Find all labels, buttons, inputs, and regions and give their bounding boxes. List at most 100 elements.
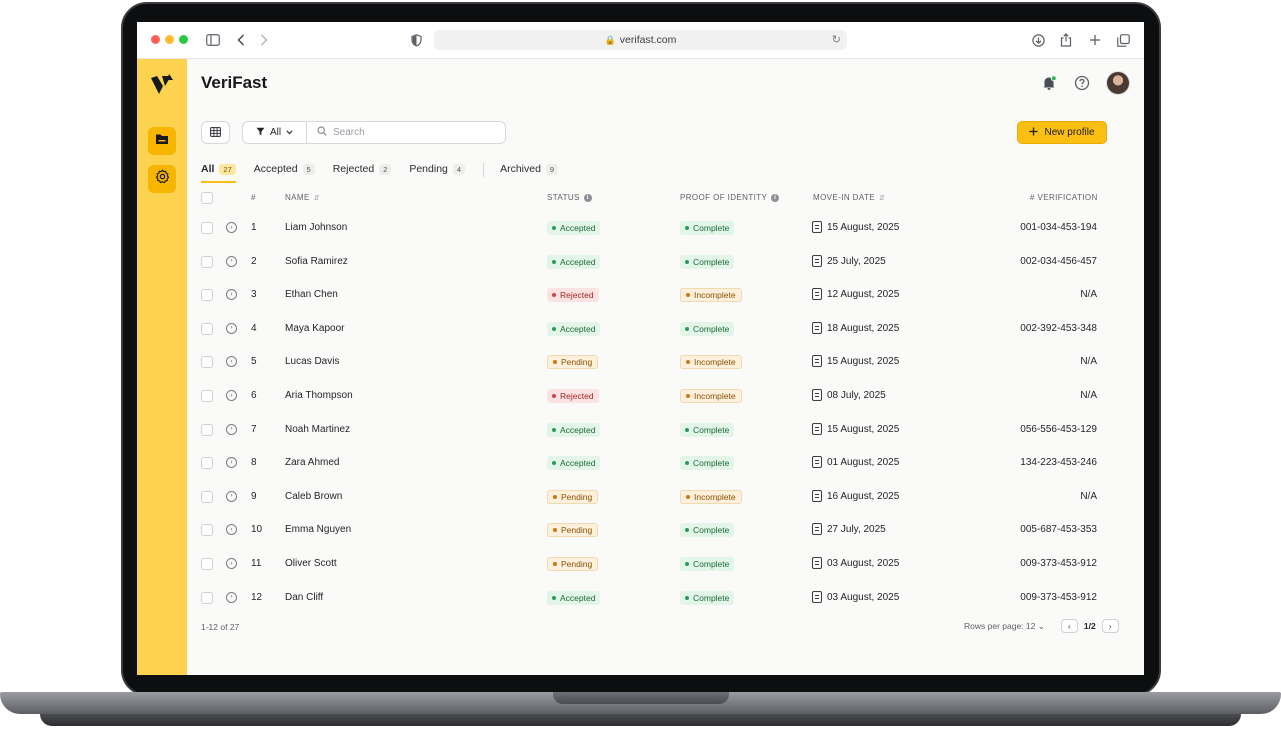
document-icon — [812, 590, 822, 603]
user-avatar[interactable] — [1106, 71, 1130, 95]
table-row[interactable]: › 12 Dan Cliff Accepted Complete 03 August, 2… — [187, 582, 1144, 616]
row-checkbox[interactable] — [201, 490, 213, 503]
tab-accepted[interactable]: Accepted 5 — [254, 163, 315, 181]
proof-badge: Complete — [680, 456, 735, 471]
row-number: 10 — [251, 524, 263, 536]
row-checkbox[interactable] — [201, 390, 213, 402]
status-dot — [552, 394, 556, 398]
proof-text: Complete — [693, 458, 730, 469]
expand-row-icon[interactable]: › — [226, 524, 237, 536]
tab-rejected[interactable]: Rejected 2 — [333, 163, 392, 181]
col-name[interactable]: NAME ⇵ — [285, 193, 320, 202]
prev-page-button[interactable]: ‹ — [1060, 619, 1078, 633]
proof-badge: Complete — [680, 557, 735, 571]
table-row[interactable]: › 8 Zara Ahmed Accepted Complete 01 August, 2… — [187, 447, 1144, 481]
status-badge: Accepted — [547, 422, 601, 437]
document-icon — [812, 355, 822, 368]
status-badge: Pending — [547, 557, 599, 571]
table-row[interactable]: › 7 Noah Martinez Accepted Complete 15 August… — [187, 414, 1144, 448]
row-checkbox[interactable] — [201, 591, 213, 604]
share-icon[interactable] — [1058, 31, 1074, 49]
table-row[interactable]: › 10 Emma Nguyen Pending Complete 27 July, 20… — [187, 514, 1144, 548]
row-checkbox[interactable] — [201, 322, 213, 335]
table-view-button[interactable] — [201, 121, 230, 144]
minimize-window-button[interactable] — [165, 35, 174, 44]
privacy-shield-icon[interactable] — [409, 31, 423, 49]
back-icon[interactable] — [235, 31, 247, 49]
close-window-button[interactable] — [151, 35, 160, 44]
table-row[interactable]: › 1 Liam Johnson Accepted Complete 15 August,… — [187, 212, 1144, 246]
row-checkbox[interactable] — [201, 423, 213, 436]
tab-label: All — [201, 163, 215, 175]
zoom-window-button[interactable] — [179, 35, 188, 44]
sort-icon: ⇵ — [879, 194, 886, 202]
sidebar-item-profiles[interactable] — [148, 127, 176, 155]
table-row[interactable]: › 2 Sofia Ramirez Accepted Complete 25 July, … — [187, 246, 1144, 280]
row-checkbox[interactable] — [201, 222, 213, 234]
col-move-in[interactable]: MOVE-IN DATE ⇵ — [813, 193, 885, 202]
expand-row-icon[interactable]: › — [226, 289, 237, 301]
rows-per-page-select[interactable]: Rows per page: 12 ⌄ — [964, 621, 1045, 632]
table-row[interactable]: › 5 Lucas Davis Pending Incomplete 15 August,… — [187, 346, 1144, 380]
notification-bell-icon[interactable] — [1039, 73, 1059, 93]
row-checkbox[interactable] — [201, 289, 213, 302]
sidebar-toggle-icon[interactable] — [205, 31, 221, 49]
table-row[interactable]: › 4 Maya Kapoor Accepted Complete 18 August, … — [187, 313, 1144, 347]
help-icon[interactable] — [1072, 73, 1092, 93]
table-row[interactable]: › 3 Ethan Chen Rejected Incomplete 12 August,… — [187, 279, 1144, 313]
info-icon[interactable]: i — [583, 193, 592, 202]
tab-archived[interactable]: Archived 9 — [500, 163, 559, 181]
expand-row-icon[interactable]: › — [226, 558, 237, 569]
filter-value: All — [269, 127, 282, 138]
expand-row-icon[interactable]: › — [226, 390, 237, 401]
select-all-checkbox[interactable] — [201, 192, 213, 204]
proof-text: Complete — [693, 424, 730, 435]
expand-row-icon[interactable]: › — [226, 255, 237, 267]
row-checkbox[interactable] — [201, 356, 213, 369]
tab-count-badge: 4 — [452, 163, 466, 175]
proof-text: Complete — [693, 256, 730, 267]
verifast-logo[interactable] — [149, 72, 175, 98]
status-badge: Accepted — [547, 321, 601, 336]
row-number: 1 — [251, 222, 257, 233]
status-dot — [552, 326, 556, 331]
search-input[interactable]: Search — [307, 126, 505, 139]
table-row[interactable]: › 9 Caleb Brown Pending Incomplete 16 August,… — [187, 481, 1144, 515]
filter-dropdown[interactable]: All — [243, 122, 307, 143]
expand-row-icon[interactable]: › — [226, 457, 237, 469]
table-row[interactable]: › 6 Aria Thompson Rejected Incomplete 08 July… — [187, 380, 1144, 414]
sidebar-item-settings[interactable] — [148, 165, 176, 193]
main-content: VeriFast All Search New profile All 27 A… — [187, 59, 1144, 675]
row-checkbox[interactable] — [201, 255, 213, 268]
new-profile-button[interactable]: New profile — [1017, 121, 1107, 144]
tab-overview-icon[interactable] — [1115, 31, 1131, 49]
row-checkbox[interactable] — [201, 457, 213, 470]
tab-pending[interactable]: Pending 4 — [409, 163, 466, 181]
row-name: Noah Martinez — [285, 423, 351, 435]
next-page-button[interactable]: › — [1101, 619, 1119, 633]
expand-row-icon[interactable]: › — [226, 591, 237, 603]
expand-row-icon[interactable]: › — [226, 222, 237, 233]
info-icon[interactable]: i — [771, 193, 780, 202]
row-checkbox[interactable] — [201, 558, 213, 570]
row-checkbox[interactable] — [201, 524, 213, 537]
expand-row-icon[interactable]: › — [226, 423, 237, 435]
expand-row-icon[interactable]: › — [226, 322, 237, 334]
row-name: Liam Johnson — [285, 222, 348, 233]
move-in-date: 08 July, 2025 — [827, 390, 886, 401]
status-text: Accepted — [560, 223, 596, 233]
reload-icon[interactable]: ↻ — [832, 33, 841, 46]
proof-badge: Incomplete — [680, 288, 742, 303]
download-icon[interactable] — [1030, 31, 1046, 49]
tab-all[interactable]: All 27 — [201, 163, 236, 183]
tab-divider — [483, 163, 485, 177]
expand-row-icon[interactable]: › — [226, 356, 237, 368]
expand-row-icon[interactable]: › — [226, 490, 237, 502]
page-indicator: 1/2 — [1083, 621, 1096, 631]
table-row[interactable]: › 11 Oliver Scott Pending Complete 03 August,… — [187, 548, 1144, 582]
address-bar[interactable]: 🔒 verifast.com ↻ — [434, 30, 847, 50]
verification-number: N/A — [1080, 356, 1097, 368]
proof-text: Complete — [693, 559, 730, 569]
new-tab-icon[interactable] — [1087, 31, 1103, 49]
forward-icon[interactable] — [258, 31, 270, 49]
